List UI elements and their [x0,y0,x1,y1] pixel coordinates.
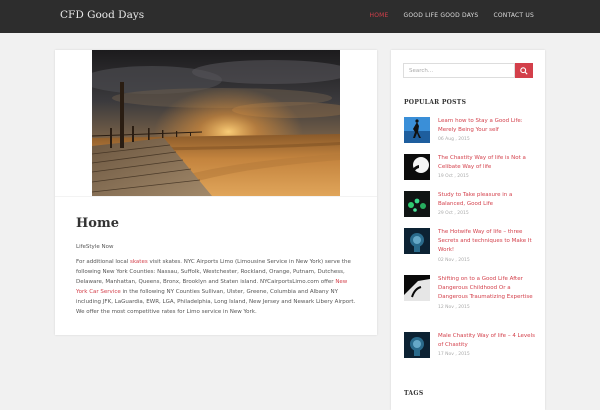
nav-contact-us[interactable]: CONTACT US [493,12,534,19]
site-title[interactable]: CFD Good Days [60,9,144,21]
tags-title: TAGS [404,390,424,397]
post-thumbnail[interactable] [404,117,430,143]
search-button[interactable] [515,63,533,78]
page-body-text: For additional local skates visit skates… [76,259,356,315]
nav-home[interactable]: HOME [369,12,388,19]
post-thumbnail[interactable] [404,228,430,254]
site-header: CFD Good Days HOME GOOD LIFE GOOD DAYS C… [0,0,600,33]
main-content-card: Home LifeStyle Now For additional local … [55,50,377,335]
popular-post-date: 29 Oct , 2015 [438,211,469,216]
search-form [403,63,533,78]
popular-post-date: 19 Oct , 2015 [438,174,469,179]
skates-link[interactable]: skates [130,259,148,265]
popular-post-title[interactable]: The Hotwife Way of life – three Secrets … [438,228,538,255]
post-thumbnail[interactable] [404,275,430,301]
nav-good-life-good-days[interactable]: GOOD LIFE GOOD DAYS [404,12,479,19]
popular-post-title[interactable]: Learn how to Stay a Good Life: Merely Be… [438,117,538,135]
popular-post-date: 12 Nov , 2015 [438,305,470,310]
post-thumbnail[interactable] [404,332,430,358]
popular-post-date: 02 Nov , 2015 [438,258,470,263]
popular-post-title[interactable]: The Chastity Way of life is Not a Celiba… [438,154,538,172]
page-content: Home LifeStyle Now For additional local … [55,196,377,335]
search-icon [520,66,528,75]
popular-post-title[interactable]: Study to Take pleasure in a Balanced, Go… [438,191,538,209]
popular-post-title[interactable]: Shifting on to a Good Life After Dangero… [438,275,538,302]
sidebar: POPULAR POSTS Learn how to Stay a Good L… [391,50,545,410]
page-title: Home [76,216,119,231]
hero-image [92,50,340,196]
popular-post-date: 17 Nov , 2015 [438,352,470,357]
page-subtitle: LifeStyle Now [76,244,114,250]
post-thumbnail[interactable] [404,154,430,180]
popular-post-title[interactable]: Male Chastity Way of life – 4 Levels of … [438,332,538,350]
post-thumbnail[interactable] [404,191,430,217]
main-nav: HOME GOOD LIFE GOOD DAYS CONTACT US [369,12,534,19]
search-input[interactable] [403,63,515,78]
popular-posts-title: POPULAR POSTS [404,99,467,106]
popular-post-date: 06 Aug , 2015 [438,137,470,142]
